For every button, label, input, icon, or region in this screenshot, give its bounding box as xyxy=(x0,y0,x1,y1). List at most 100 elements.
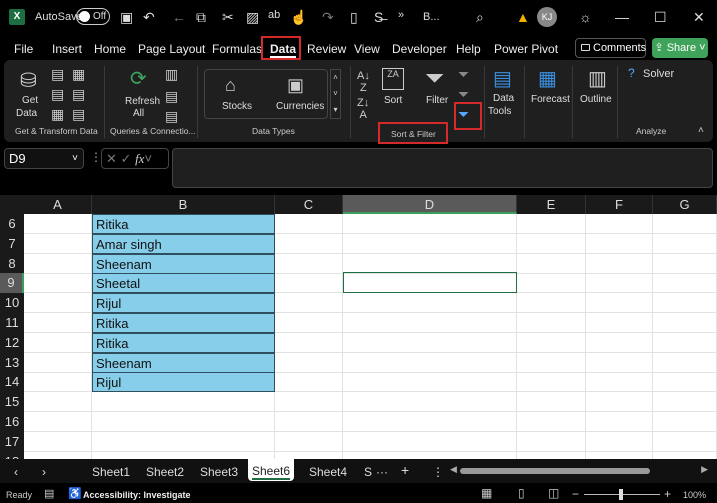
recent-sources-icon[interactable]: ▤ xyxy=(72,86,85,103)
zoom-in-icon[interactable]: + xyxy=(664,487,671,501)
more-sheets-icon[interactable]: ··· xyxy=(376,465,388,479)
data-tools-button[interactable]: Data xyxy=(493,93,514,104)
cell-B14[interactable]: Rijul xyxy=(92,372,275,393)
tab-page-layout[interactable]: Page Layout xyxy=(138,42,205,56)
refresh-all-button[interactable]: Refresh xyxy=(125,96,160,107)
page-layout-view-icon[interactable]: ▯ xyxy=(518,486,525,500)
normal-view-icon[interactable]: ▦ xyxy=(481,486,492,500)
forecast-icon[interactable]: ▦ xyxy=(538,66,557,91)
touch-icon[interactable]: ☝ xyxy=(290,9,307,26)
macro-icon[interactable]: ▤ xyxy=(44,487,54,500)
zoom-slider[interactable] xyxy=(584,489,660,500)
sheet-tab-5[interactable]: S xyxy=(364,465,372,479)
row-header-13[interactable]: 13 xyxy=(0,352,24,373)
horizontal-scrollbar[interactable]: ◀ ▶ xyxy=(450,464,708,476)
selected-cell-D9[interactable] xyxy=(343,272,517,294)
queries-icon[interactable]: ▥ xyxy=(165,66,178,83)
page-break-view-icon[interactable]: ◫ xyxy=(548,486,559,500)
redo-icon[interactable]: ↷ xyxy=(322,9,334,26)
new-file-icon[interactable]: ▯ xyxy=(350,9,358,26)
gallery-scroll[interactable]: ˄ ˅ ▾ xyxy=(330,69,341,119)
cell-B13[interactable]: Sheenam xyxy=(92,352,275,373)
filter-icon[interactable]: ⏷ xyxy=(425,65,444,93)
forecast-button[interactable]: Forecast xyxy=(531,94,570,105)
outline-icon[interactable]: ▥ xyxy=(588,66,607,91)
cell-B11[interactable]: Ritika xyxy=(92,313,275,333)
currencies-button[interactable]: Currencies xyxy=(276,101,324,112)
row-header-15[interactable]: 15 xyxy=(0,392,24,413)
autosave-toggle[interactable]: Off xyxy=(76,8,110,25)
tab-help[interactable]: Help xyxy=(456,42,481,56)
enter-icon[interactable]: ✓ xyxy=(121,151,132,166)
cut-icon[interactable]: ✂ xyxy=(222,9,234,26)
maximize-icon[interactable]: ☐ xyxy=(654,9,667,26)
from-web-icon[interactable]: ▦ xyxy=(72,66,85,83)
save-icon[interactable]: ▣ xyxy=(120,9,133,26)
cell-B9[interactable]: Sheetal xyxy=(92,273,275,294)
sort-icon[interactable]: ZA xyxy=(382,68,404,90)
cell-B10[interactable]: Rijul xyxy=(92,293,275,314)
cell-B8[interactable]: Sheenam xyxy=(92,253,275,274)
column-header-D[interactable]: D xyxy=(343,195,517,214)
row-header-17[interactable]: 17 xyxy=(0,431,24,452)
get-data-icon[interactable]: ⛁ xyxy=(20,68,37,93)
row-header-18[interactable]: 18 xyxy=(0,451,24,459)
worksheet-grid[interactable]: A B C D E F G 6 Ritika 7 Amar singh 8 Sheenam 9 Sheeta… xyxy=(0,195,717,459)
zoom-level[interactable]: 100% xyxy=(683,490,706,500)
tab-file[interactable]: File xyxy=(14,42,33,56)
strikethrough-icon[interactable]: S̶ xyxy=(374,9,383,25)
sort-az-icon[interactable]: A↓ Z xyxy=(357,70,370,94)
tab-developer[interactable]: Developer xyxy=(392,42,447,56)
undo-icon[interactable]: ↶ xyxy=(143,9,155,26)
insert-function-icon[interactable]: fx xyxy=(135,151,144,166)
cancel-icon[interactable]: ✕ xyxy=(106,151,117,166)
cell-B12[interactable]: Ritika xyxy=(92,332,275,353)
row-header-11[interactable]: 11 xyxy=(0,313,24,333)
collapse-ribbon-icon[interactable]: ˄ xyxy=(698,125,704,136)
edit-links-icon[interactable]: ▤ xyxy=(165,108,178,125)
prev-sheet-icon[interactable]: ‹ xyxy=(14,465,18,479)
row-header-8[interactable]: 8 xyxy=(0,253,24,274)
share-button[interactable]: ⇪ Share ˅ xyxy=(652,38,708,58)
back-icon[interactable]: ← xyxy=(172,9,186,25)
currencies-icon[interactable]: ▣ xyxy=(287,75,304,96)
sheet-tab-1[interactable]: Sheet1 xyxy=(92,465,130,479)
refresh-icon[interactable]: ⟳ xyxy=(130,66,147,91)
tab-home[interactable]: Home xyxy=(94,42,126,56)
get-data-button[interactable]: Get xyxy=(22,95,38,106)
copy-icon[interactable]: ⧉ xyxy=(196,9,206,26)
row-header-16[interactable]: 16 xyxy=(0,412,24,432)
close-icon[interactable]: ✕ xyxy=(693,9,705,26)
sheet-tab-2[interactable]: Sheet2 xyxy=(146,465,184,479)
row-header-14[interactable]: 14 xyxy=(0,372,24,393)
accessibility-status[interactable]: Accessibility: Investigate xyxy=(83,490,191,500)
options-icon[interactable]: ⋮ xyxy=(432,465,444,479)
column-header-G[interactable]: G xyxy=(653,195,717,214)
tab-review[interactable]: Review xyxy=(307,42,346,56)
lightbulb-icon[interactable]: ☼ xyxy=(579,9,592,25)
from-text-icon[interactable]: ▤ xyxy=(51,66,64,83)
outline-button[interactable]: Outline xyxy=(580,94,612,105)
zoom-out-icon[interactable]: − xyxy=(572,487,579,501)
accessibility-icon[interactable]: ♿ xyxy=(68,487,82,500)
search-icon[interactable]: ⌕ xyxy=(476,9,484,26)
select-all-corner[interactable] xyxy=(0,195,24,214)
tab-power-pivot[interactable]: Power Pivot xyxy=(494,42,558,56)
filter-button[interactable]: Filter xyxy=(426,95,448,106)
sort-za-icon[interactable]: Z↓ A xyxy=(357,97,369,121)
spelling-icon[interactable]: ab xyxy=(268,9,280,21)
more-icon[interactable]: » xyxy=(398,9,404,21)
comments-button[interactable]: Comments xyxy=(575,38,646,58)
column-header-E[interactable]: E xyxy=(517,195,586,214)
stocks-icon[interactable]: ⌂ xyxy=(225,75,236,96)
tab-insert[interactable]: Insert xyxy=(52,42,82,56)
reapply-icon[interactable]: ⏷ xyxy=(458,86,469,103)
add-sheet-icon[interactable]: + xyxy=(401,462,409,478)
formula-input[interactable] xyxy=(172,148,713,188)
stocks-button[interactable]: Stocks xyxy=(222,101,252,112)
sort-button[interactable]: Sort xyxy=(384,95,402,106)
row-header-6[interactable]: 6 xyxy=(0,214,24,234)
column-header-F[interactable]: F xyxy=(586,195,653,214)
cell-B6[interactable]: Ritika xyxy=(92,214,275,234)
row-header-7[interactable]: 7 xyxy=(0,233,24,254)
